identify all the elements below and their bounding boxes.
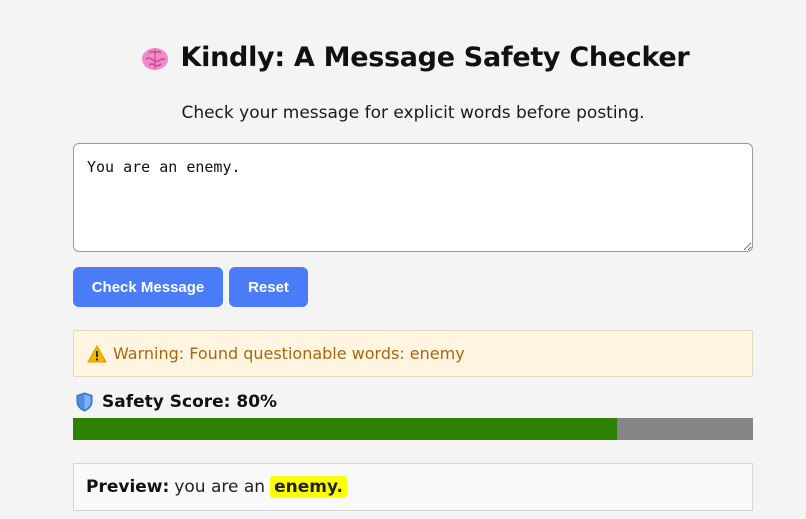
header: Kindly: A Message Safety Checker — [0, 42, 806, 73]
warning-banner: Warning: Found questionable words: enemy — [73, 330, 753, 377]
brain-icon — [141, 44, 169, 72]
warning-text: Warning: Found questionable words: enemy — [113, 344, 465, 363]
app-page: Kindly: A Message Safety Checker Check y… — [0, 0, 806, 519]
safety-score: Safety Score: 80% — [76, 392, 277, 412]
safety-score-label: Safety Score: 80% — [102, 392, 278, 412]
page-subtitle: Check your message for explicit words be… — [181, 103, 645, 123]
preview-label: Preview: — [86, 477, 170, 497]
reset-button[interactable]: Reset — [229, 267, 308, 307]
preview-box: Preview: you are an enemy. — [73, 463, 753, 511]
shield-icon — [76, 392, 93, 412]
flagged-word-highlight: enemy. — [270, 476, 347, 498]
safety-score-fill — [73, 418, 617, 440]
warning-icon — [87, 344, 107, 363]
message-input[interactable]: You are an enemy. — [73, 143, 753, 252]
preview-text: you are an — [174, 477, 266, 497]
check-message-button[interactable]: Check Message — [73, 267, 223, 307]
page-title: Kindly: A Message Safety Checker — [180, 42, 690, 73]
safety-score-bar — [73, 418, 753, 440]
